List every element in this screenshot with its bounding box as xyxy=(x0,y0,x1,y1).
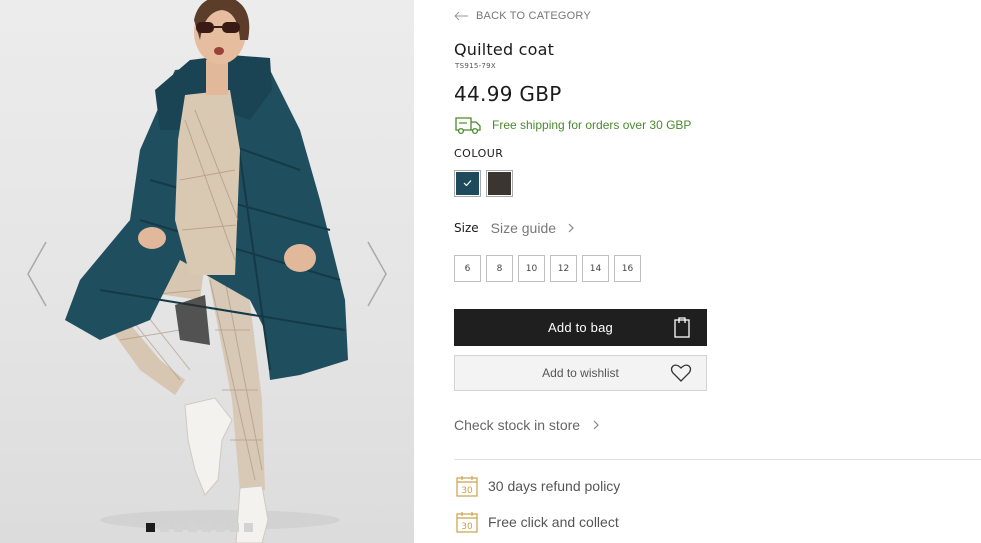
perk-refund-policy: 30 30 days refund policy xyxy=(456,475,620,497)
perk-refund-label: 30 days refund policy xyxy=(488,478,621,494)
delivery-truck-icon xyxy=(455,117,481,135)
colour-swatch-teal[interactable] xyxy=(454,170,481,197)
back-to-category-link[interactable]: BACK TO CATEGORY xyxy=(454,10,591,22)
calendar-icon: 30 xyxy=(456,512,478,533)
next-image-arrow-icon[interactable] xyxy=(366,240,388,308)
free-shipping-info: Free shipping for orders over 30 GBP xyxy=(454,115,691,135)
size-guide-label: Size guide xyxy=(490,220,557,236)
back-to-category-label: BACK TO CATEGORY xyxy=(476,10,591,22)
size-option-14[interactable]: 14 xyxy=(582,255,609,282)
size-options: 6 8 10 12 14 16 xyxy=(454,255,641,282)
check-stock-label: Check stock in store xyxy=(454,417,581,433)
product-sku: TS915-79X xyxy=(455,62,497,70)
gallery-dot[interactable] xyxy=(244,523,253,532)
add-to-wishlist-button[interactable]: Add to wishlist xyxy=(454,355,707,391)
product-details-panel: BACK TO CATEGORY Quilted coat TS915-79X … xyxy=(454,0,981,543)
gallery-dot[interactable] xyxy=(146,523,155,532)
perk-click-and-collect: 30 Free click and collect xyxy=(456,511,619,533)
colour-label: COLOUR xyxy=(454,147,504,160)
colour-swatch-dark-brown[interactable] xyxy=(486,170,513,197)
heart-icon xyxy=(670,364,692,382)
add-to-wishlist-label: Add to wishlist xyxy=(542,366,619,380)
checkmark-icon xyxy=(463,180,472,186)
add-to-bag-label: Add to bag xyxy=(548,320,613,335)
size-guide-link[interactable]: Size guide xyxy=(491,220,574,236)
product-price: 44.99 GBP xyxy=(454,82,562,106)
gallery-pagination-dots xyxy=(146,523,253,532)
gallery-dot[interactable] xyxy=(174,523,183,532)
check-stock-in-store-link[interactable]: Check stock in store xyxy=(454,417,599,433)
previous-image-arrow-icon[interactable] xyxy=(26,240,48,308)
shopping-bag-icon xyxy=(674,317,690,338)
size-option-10[interactable]: 10 xyxy=(518,255,545,282)
size-option-16[interactable]: 16 xyxy=(614,255,641,282)
size-option-6[interactable]: 6 xyxy=(454,255,481,282)
gallery-dot[interactable] xyxy=(216,523,225,532)
chevron-right-icon xyxy=(593,420,599,430)
product-title: Quilted coat xyxy=(454,40,555,59)
gallery-dot[interactable] xyxy=(188,523,197,532)
perk-click-collect-label: Free click and collect xyxy=(488,514,619,530)
arrow-left-icon xyxy=(454,11,468,21)
chevron-right-icon xyxy=(568,223,574,233)
size-label: Size xyxy=(454,221,479,235)
size-option-12[interactable]: 12 xyxy=(550,255,577,282)
calendar-icon: 30 xyxy=(456,476,478,497)
svg-text:30: 30 xyxy=(461,522,473,532)
colour-swatches xyxy=(454,170,513,197)
size-option-8[interactable]: 8 xyxy=(486,255,513,282)
free-shipping-text: Free shipping for orders over 30 GBP xyxy=(492,118,692,132)
section-divider xyxy=(454,459,981,460)
gallery-dot[interactable] xyxy=(230,523,239,532)
svg-text:30: 30 xyxy=(461,486,473,496)
size-row: Size Size guide xyxy=(454,220,574,236)
gallery-dot[interactable] xyxy=(160,523,169,532)
gallery-dot[interactable] xyxy=(202,523,211,532)
product-image-gallery[interactable] xyxy=(0,0,414,543)
product-photo xyxy=(65,0,348,543)
add-to-bag-button[interactable]: Add to bag xyxy=(454,309,707,346)
